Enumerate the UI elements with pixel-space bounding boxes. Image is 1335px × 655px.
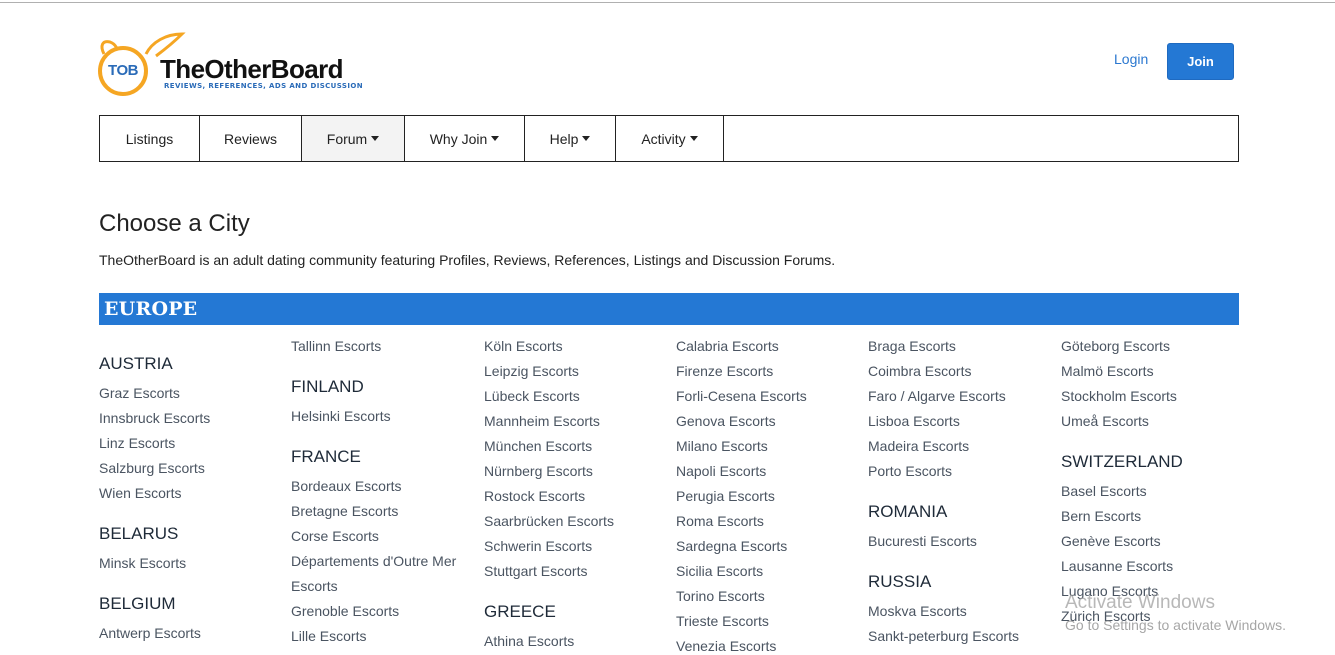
logo-badge-text: TOB bbox=[108, 62, 138, 79]
city-link[interactable]: Moskva Escorts bbox=[868, 603, 967, 619]
city-link[interactable]: Coimbra Escorts bbox=[868, 363, 971, 379]
intro-text: TheOtherBoard is an adult dating communi… bbox=[99, 252, 836, 268]
city-link[interactable]: Roma Escorts bbox=[676, 513, 764, 529]
browser-top-border bbox=[0, 2, 1335, 3]
city-link[interactable]: Göteborg Escorts bbox=[1061, 338, 1170, 354]
city-link[interactable]: Corse Escorts bbox=[291, 528, 379, 544]
country-heading: FINLAND bbox=[291, 377, 364, 396]
city-link[interactable]: Venezia Escorts bbox=[676, 638, 776, 654]
country-heading: FRANCE bbox=[291, 447, 361, 466]
city-link[interactable]: Bordeaux Escorts bbox=[291, 478, 402, 494]
city-link[interactable]: Perugia Escorts bbox=[676, 488, 775, 504]
city-link[interactable]: Trieste Escorts bbox=[676, 613, 769, 629]
windows-activation-title: Activate Windows bbox=[1065, 592, 1215, 613]
city-link[interactable]: Bretagne Escorts bbox=[291, 503, 398, 519]
city-link[interactable]: Sardegna Escorts bbox=[676, 538, 787, 554]
city-link[interactable]: Départements d'Outre Mer bbox=[291, 553, 456, 569]
city-link-continuation[interactable]: Escorts bbox=[291, 578, 338, 594]
logo-tagline: REVIEWS, REFERENCES, ADS AND DISCUSSION bbox=[164, 82, 363, 90]
join-button[interactable]: Join bbox=[1167, 43, 1234, 80]
country-heading: GREECE bbox=[484, 602, 556, 621]
country-heading: SWITZERLAND bbox=[1061, 452, 1183, 471]
region-title: EUROPE bbox=[104, 298, 198, 320]
nav-label: Listings bbox=[125, 130, 174, 147]
nav-label: Why Join bbox=[429, 130, 488, 147]
city-link[interactable]: Malmö Escorts bbox=[1061, 363, 1154, 379]
city-link[interactable]: Lübeck Escorts bbox=[484, 388, 580, 404]
page-title: Choose a City bbox=[99, 210, 250, 237]
country-heading: BELGIUM bbox=[99, 594, 176, 613]
country-heading: ROMANIA bbox=[868, 502, 948, 521]
nav-listings[interactable]: Listings bbox=[100, 116, 200, 161]
city-link[interactable]: Lisboa Escorts bbox=[868, 413, 960, 429]
city-link[interactable]: Lille Escorts bbox=[291, 628, 366, 644]
city-link[interactable]: Minsk Escorts bbox=[99, 555, 186, 571]
nav-help[interactable]: Help bbox=[525, 116, 616, 161]
country-heading: AUSTRIA bbox=[99, 354, 173, 373]
country-heading: RUSSIA bbox=[868, 572, 932, 591]
caret-down-icon bbox=[582, 136, 591, 141]
city-link[interactable]: Calabria Escorts bbox=[676, 338, 779, 354]
nav-label: Help bbox=[549, 130, 579, 147]
city-link[interactable]: Helsinki Escorts bbox=[291, 408, 391, 424]
city-link[interactable]: Grenoble Escorts bbox=[291, 603, 399, 619]
city-link[interactable]: Tallinn Escorts bbox=[291, 338, 381, 354]
nav-label: Activity bbox=[641, 130, 686, 147]
city-link[interactable]: Athina Escorts bbox=[484, 633, 574, 649]
city-link[interactable]: Genova Escorts bbox=[676, 413, 776, 429]
city-link[interactable]: Nürnberg Escorts bbox=[484, 463, 593, 479]
main-nav: Listings Reviews Forum Why Join Help Act… bbox=[99, 115, 1239, 162]
city-link[interactable]: Lausanne Escorts bbox=[1061, 558, 1173, 574]
caret-down-icon bbox=[371, 136, 380, 141]
city-link[interactable]: Antwerp Escorts bbox=[99, 625, 201, 641]
city-link[interactable]: Braga Escorts bbox=[868, 338, 956, 354]
city-link[interactable]: Innsbruck Escorts bbox=[99, 410, 210, 426]
city-link[interactable]: Schwerin Escorts bbox=[484, 538, 592, 554]
site-logo[interactable]: TOB TheOtherBoard REVIEWS, REFERENCES, A… bbox=[98, 32, 363, 98]
nav-label: Reviews bbox=[224, 130, 277, 147]
city-link[interactable]: Bern Escorts bbox=[1061, 508, 1141, 524]
city-link[interactable]: Sicilia Escorts bbox=[676, 563, 763, 579]
caret-down-icon bbox=[689, 136, 698, 141]
city-link[interactable]: Milano Escorts bbox=[676, 438, 768, 454]
city-link[interactable]: Torino Escorts bbox=[676, 588, 765, 604]
city-link[interactable]: München Escorts bbox=[484, 438, 592, 454]
city-link[interactable]: Faro / Algarve Escorts bbox=[868, 388, 1006, 404]
city-link[interactable]: Köln Escorts bbox=[484, 338, 563, 354]
city-link[interactable]: Porto Escorts bbox=[868, 463, 952, 479]
city-link[interactable]: Rostock Escorts bbox=[484, 488, 585, 504]
city-link[interactable]: Saarbrücken Escorts bbox=[484, 513, 614, 529]
city-link[interactable]: Sankt-peterburg Escorts bbox=[868, 628, 1019, 644]
city-link[interactable]: Wien Escorts bbox=[99, 485, 181, 501]
city-link[interactable]: Linz Escorts bbox=[99, 435, 175, 451]
nav-label: Forum bbox=[326, 130, 368, 147]
city-link[interactable]: Graz Escorts bbox=[99, 385, 180, 401]
city-link[interactable]: Napoli Escorts bbox=[676, 463, 766, 479]
caret-down-icon bbox=[491, 136, 500, 141]
login-link[interactable]: Login bbox=[1114, 51, 1148, 67]
windows-activation-subtitle: Go to Settings to activate Windows. bbox=[1065, 617, 1286, 633]
city-link[interactable]: Bucuresti Escorts bbox=[868, 533, 977, 549]
country-heading: BELARUS bbox=[99, 524, 179, 543]
city-link[interactable]: Umeå Escorts bbox=[1061, 413, 1149, 429]
city-link[interactable]: Firenze Escorts bbox=[676, 363, 773, 379]
city-link[interactable]: Madeira Escorts bbox=[868, 438, 969, 454]
logo-badge: TOB bbox=[98, 46, 148, 96]
city-link[interactable]: Basel Escorts bbox=[1061, 483, 1147, 499]
city-link[interactable]: Stuttgart Escorts bbox=[484, 563, 587, 579]
nav-activity[interactable]: Activity bbox=[616, 116, 724, 161]
city-link[interactable]: Stockholm Escorts bbox=[1061, 388, 1177, 404]
city-link[interactable]: Genève Escorts bbox=[1061, 533, 1161, 549]
nav-why-join[interactable]: Why Join bbox=[405, 116, 525, 161]
logo-wordmark: TheOtherBoard bbox=[160, 54, 343, 84]
region-header-europe: EUROPE bbox=[99, 293, 1239, 325]
city-link[interactable]: Forli-Cesena Escorts bbox=[676, 388, 807, 404]
city-link[interactable]: Leipzig Escorts bbox=[484, 363, 579, 379]
nav-forum[interactable]: Forum bbox=[302, 116, 405, 161]
nav-reviews[interactable]: Reviews bbox=[200, 116, 302, 161]
city-link[interactable]: Salzburg Escorts bbox=[99, 460, 205, 476]
city-link[interactable]: Mannheim Escorts bbox=[484, 413, 600, 429]
